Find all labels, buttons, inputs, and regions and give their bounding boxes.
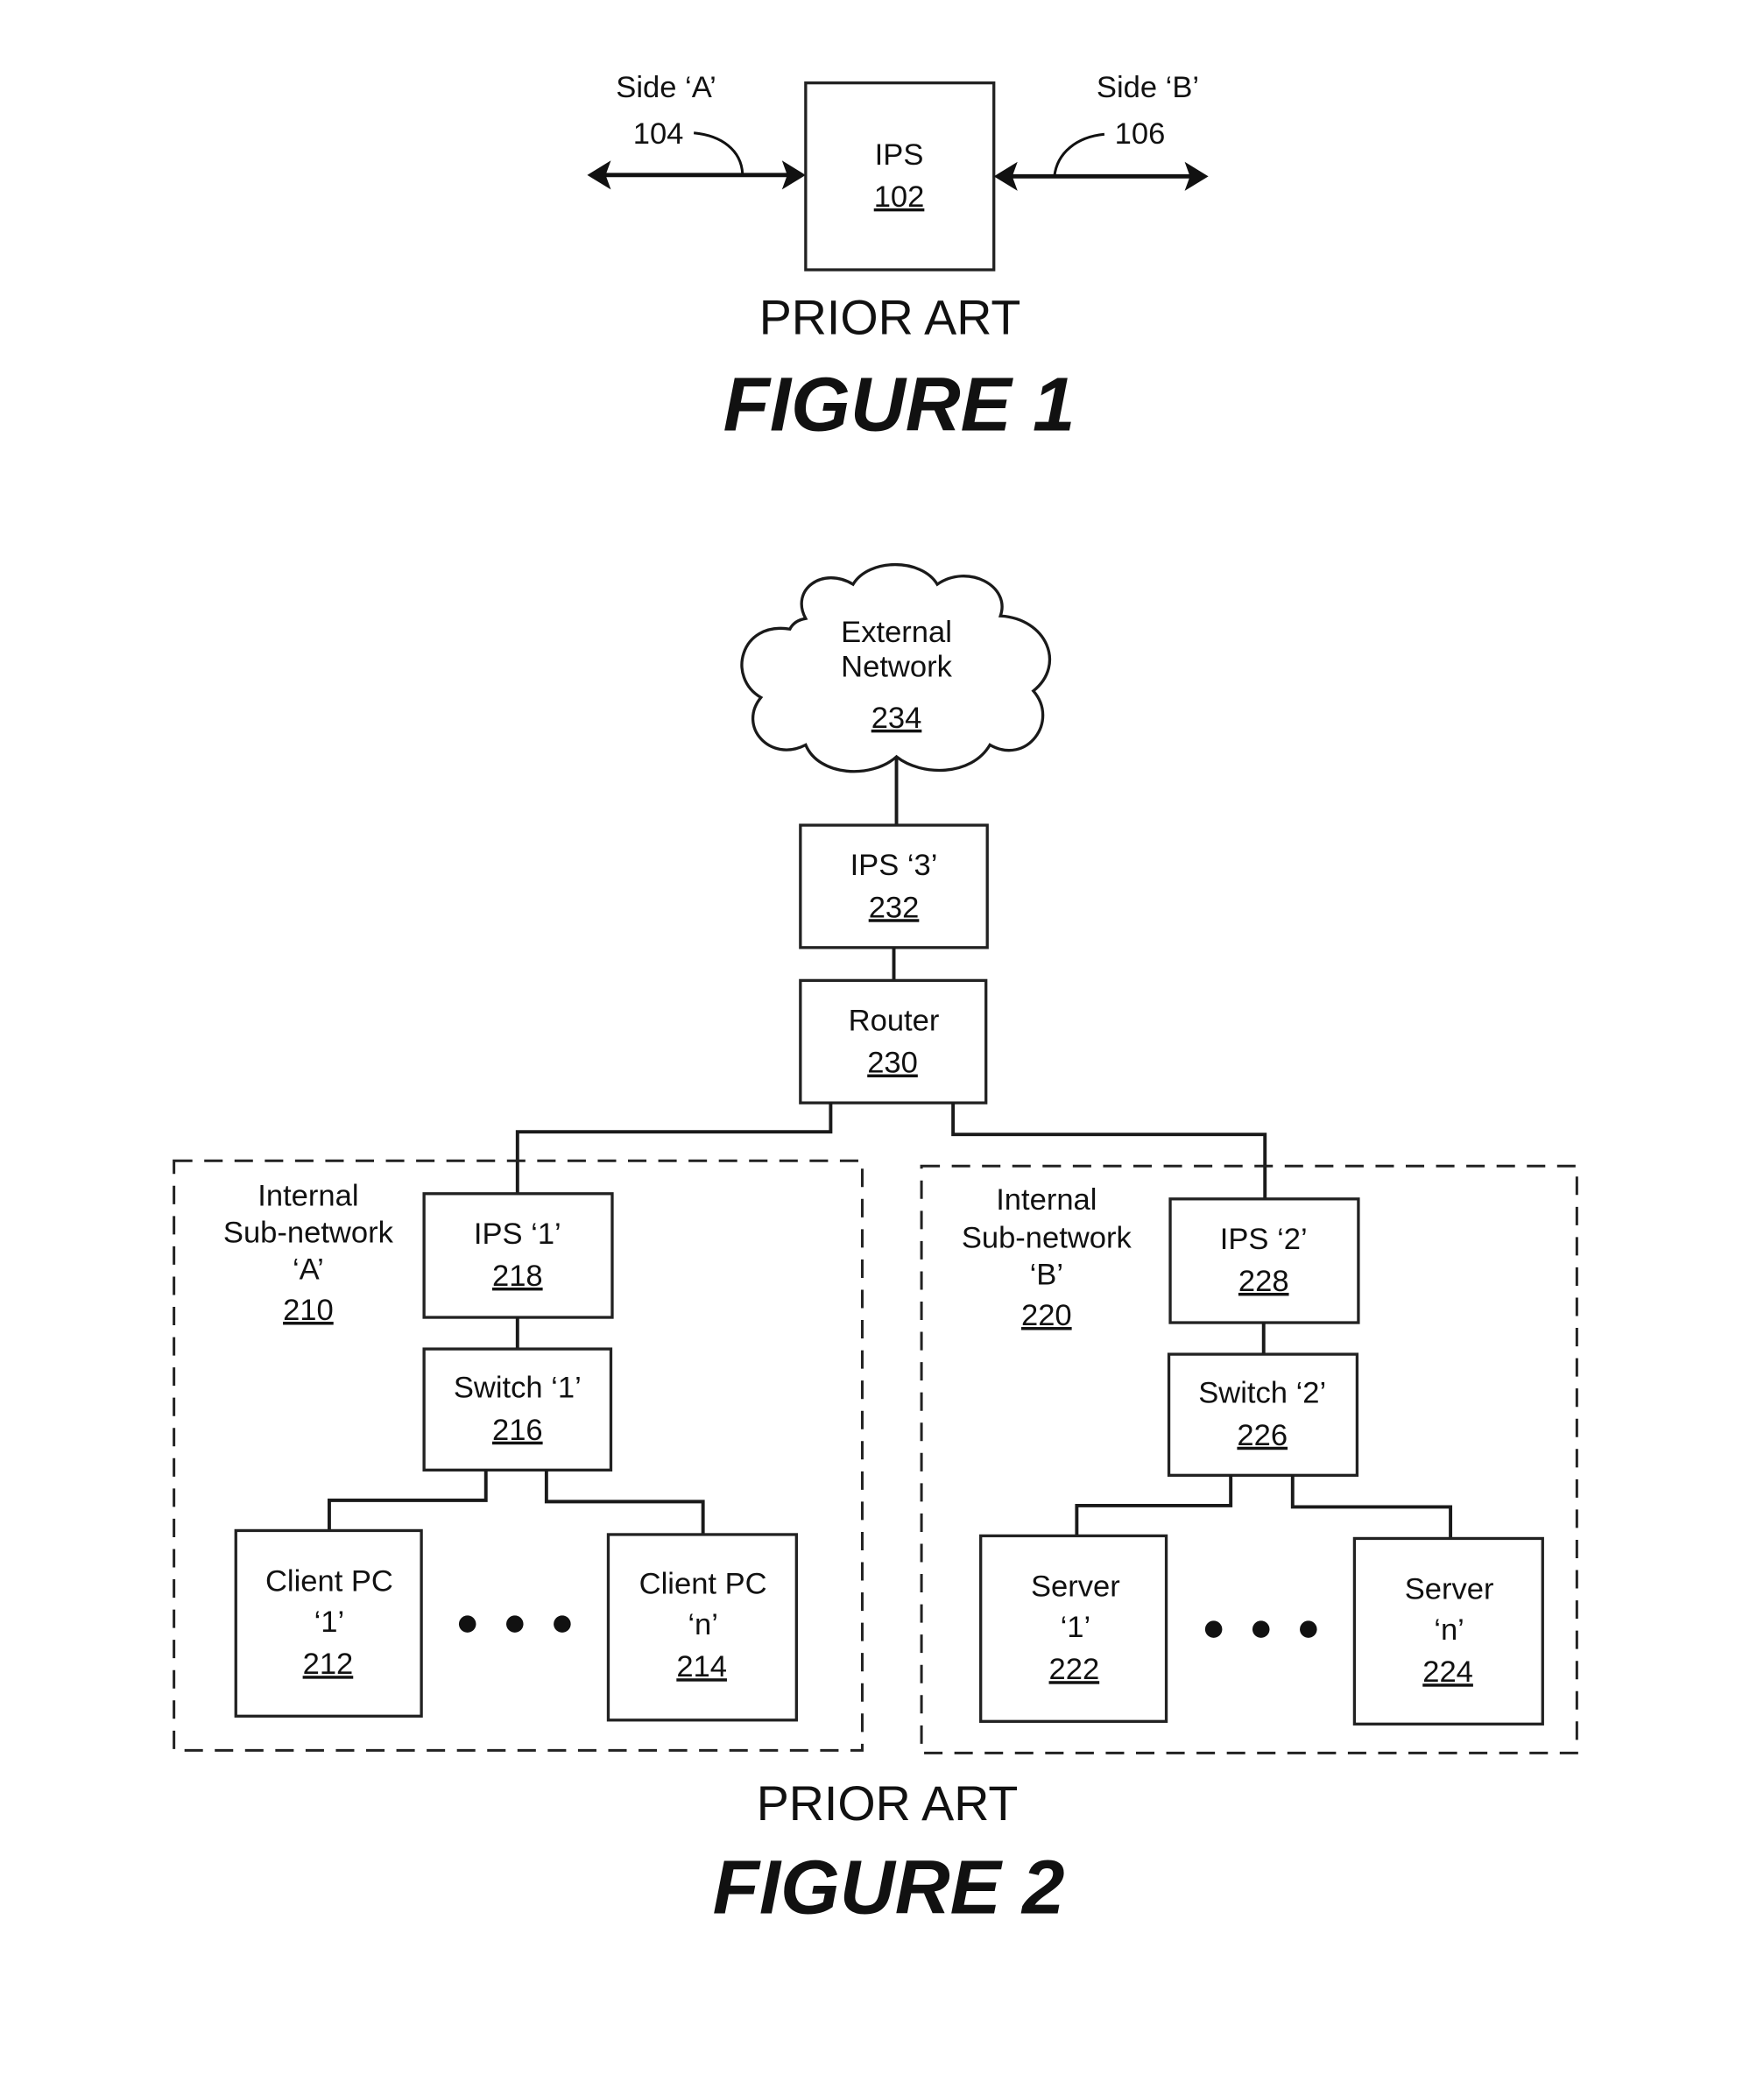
router-to-ips1-connector [515, 1103, 833, 1194]
switch1-to-clientn-connector [544, 1470, 705, 1535]
router-label: Router [849, 1004, 940, 1037]
patent-drawing-sheet: Side ‘A’ 104 IPS 102 Side ‘B’ 106 PRIOR … [173, 71, 1578, 1930]
ips-1-ref: 218 [492, 1260, 543, 1293]
ips-102-box: IPS 102 [804, 81, 996, 272]
ips-3-ref: 232 [869, 891, 920, 924]
switch-2-label: Switch ‘2’ [1198, 1377, 1326, 1410]
ips-3-label: IPS ‘3’ [850, 849, 938, 882]
side-a-ref: 104 [633, 117, 684, 151]
switch-2-box: Switch ‘2’ 226 [1167, 1352, 1359, 1477]
ips-3-rect [799, 823, 989, 949]
side-a-label: Side ‘A’ [616, 71, 716, 104]
subnetwork-b-line2: Sub-network [962, 1221, 1132, 1254]
ips-102-label: IPS [875, 138, 924, 172]
ips-3-box: IPS ‘3’ 232 [799, 823, 989, 949]
server-1-ref: 222 [1049, 1653, 1100, 1686]
ellipsis-dot [1252, 1620, 1270, 1638]
ellipsis-dot [1300, 1620, 1317, 1638]
side-a-leader-line [693, 131, 744, 174]
internal-subnetwork-b: Internal Sub-network ‘B’ 220 IPS ‘2’ 228… [920, 1164, 1578, 1754]
switch-1-label: Switch ‘1’ [454, 1372, 582, 1405]
ips-1-label: IPS ‘1’ [474, 1217, 561, 1251]
ellipsis-dot [1204, 1620, 1223, 1638]
router-rect [799, 978, 988, 1105]
client-pc-1-line2: ‘1’ [314, 1606, 345, 1639]
ips-1-box: IPS ‘1’ 218 [422, 1192, 614, 1319]
client-pc-n-box: Client PC ‘n’ 214 [606, 1533, 798, 1722]
client-pc-n-ref: 214 [676, 1650, 727, 1683]
ellipsis-dot [506, 1615, 524, 1633]
ips-2-label: IPS ‘2’ [1220, 1223, 1308, 1256]
server-n-line1: Server [1405, 1573, 1494, 1606]
external-network-line2: Network [841, 650, 952, 683]
external-network-cloud: External Network 234 [740, 562, 1051, 773]
subnetwork-b-ref: 220 [1021, 1299, 1072, 1332]
side-b-ref: 106 [1115, 117, 1166, 151]
external-network-line1: External [841, 616, 952, 649]
ips-102-ref: 102 [874, 180, 925, 214]
client-pc-n-line2: ‘n’ [688, 1608, 718, 1641]
switch1-to-client1-connector [327, 1470, 488, 1531]
client-pc-1-ref: 212 [303, 1648, 354, 1681]
subnetwork-b-line3: ‘B’ [1030, 1258, 1063, 1291]
external-network-ref: 234 [871, 702, 922, 735]
figure-1: Side ‘A’ 104 IPS 102 Side ‘B’ 106 PRIOR … [587, 71, 1209, 447]
side-b-leader-line [1053, 132, 1105, 177]
switch-1-ref: 216 [492, 1414, 543, 1447]
client-pc-n-line1: Client PC [639, 1568, 767, 1601]
subnetwork-a-line3: ‘A’ [293, 1253, 324, 1286]
subnetwork-a-ref: 210 [283, 1294, 334, 1327]
figure-2-prior-art-caption: PRIOR ART [757, 1776, 1019, 1831]
client-pc-1-line1: Client PC [265, 1565, 393, 1599]
ellipsis-dots-icon [1204, 1620, 1317, 1638]
server-1-line1: Server [1031, 1570, 1120, 1604]
subnetwork-b-line1: Internal [996, 1183, 1097, 1217]
router-ref: 230 [867, 1047, 918, 1080]
server-n-line2: ‘n’ [1434, 1613, 1464, 1647]
server-n-ref: 224 [1422, 1655, 1473, 1689]
switch2-to-server1-connector [1075, 1475, 1233, 1536]
internal-subnetwork-a: Internal Sub-network ‘A’ 210 IPS ‘1’ 218… [173, 1159, 864, 1752]
client-pc-1-box: Client PC ‘1’ 212 [234, 1528, 423, 1718]
side-a-bidirectional-arrow [587, 160, 806, 190]
switch-2-rect [1167, 1352, 1359, 1477]
ips-2-ref: 228 [1238, 1265, 1289, 1298]
ips-102-rect [804, 81, 996, 272]
ellipsis-dot [458, 1615, 476, 1633]
server-1-box: Server ‘1’ 222 [979, 1534, 1168, 1723]
side-b-bidirectional-arrow [993, 161, 1209, 191]
subnetwork-a-line1: Internal [258, 1179, 358, 1212]
figure-2: External Network 234 IPS ‘3’ 232 Router … [173, 562, 1578, 1930]
switch-1-box: Switch ‘1’ 216 [422, 1347, 613, 1472]
figure-1-prior-art-caption: PRIOR ART [759, 291, 1021, 345]
switch-2-ref: 226 [1237, 1419, 1288, 1452]
server-n-box: Server ‘n’ 224 [1352, 1536, 1544, 1726]
side-b-label: Side ‘B’ [1097, 71, 1199, 104]
server-1-line2: ‘1’ [1061, 1611, 1091, 1644]
switch-1-rect [422, 1347, 613, 1472]
ellipsis-dot [554, 1615, 571, 1633]
ips-1-rect [422, 1192, 614, 1319]
ellipsis-dots-icon [458, 1615, 571, 1633]
figure-1-title: FIGURE 1 [723, 362, 1076, 447]
ips-2-box: IPS ‘2’ 228 [1168, 1197, 1360, 1324]
switch2-to-servern-connector [1290, 1475, 1453, 1539]
router-box: Router 230 [799, 978, 988, 1105]
subnetwork-a-line2: Sub-network [223, 1216, 394, 1249]
figure-2-title: FIGURE 2 [713, 1846, 1065, 1930]
ips-2-rect [1168, 1197, 1360, 1324]
